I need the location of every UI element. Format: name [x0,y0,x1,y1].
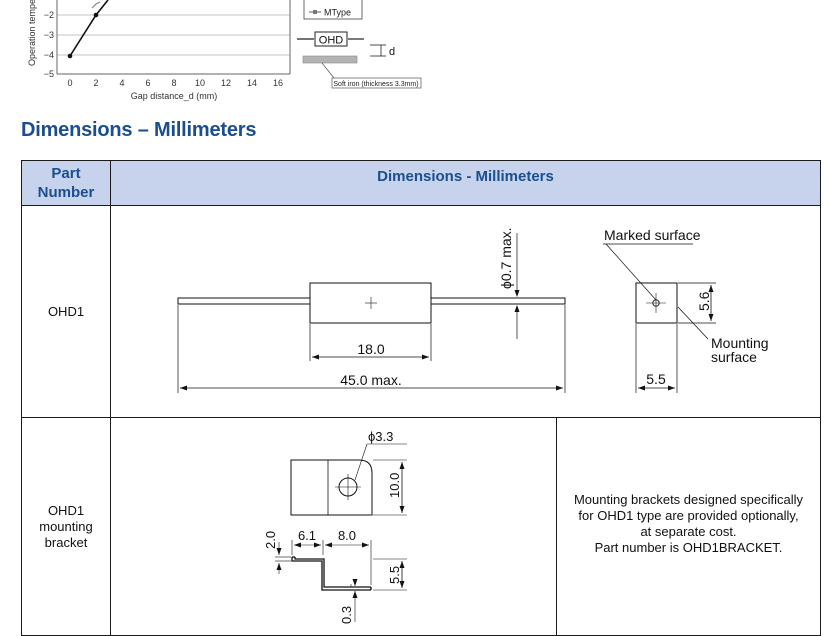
total-length-label: 45.0 max. [340,372,401,388]
header-dimensions: Dimensions - Millimeters [110,160,821,206]
y-tick-label: −5 [44,69,54,79]
section-title: Dimensions – Millimeters [21,119,257,141]
x-tick-label: 8 [171,78,176,88]
height-label: 5.6 [696,291,712,311]
header-part-number: Part Number [21,160,111,206]
ohd1-drawing-cell: 18.0 45.0 max. ϕ0.7 max. Marked surface … [110,205,821,418]
data-series-line [67,0,109,59]
x-tick-label: 14 [247,78,257,88]
hole-diameter-label: ϕ3.3 [368,429,393,444]
bracket-dimension-drawing: ϕ3.3 10.0 6.1 8.0 2.0 5.5 0.3 [263,429,407,624]
thickness-0-3-label: 0.3 [339,606,354,624]
plot-frame [56,0,291,75]
legend: MType [303,0,363,20]
marked-surface-label: Marked surface [604,227,701,243]
part-number: OHD1 [47,303,85,319]
gap-label: d [389,46,395,58]
thickness-2-0-label: 2.0 [263,531,278,549]
setup-diagram: OHD d Soft iron (thickness 3.3mm) [297,31,422,89]
x-tick-label: 4 [119,78,124,88]
part-number-cell: OHD1 [21,205,111,418]
note-line: for OHD1 type are provided optionally, [578,508,799,523]
body-length-label: 18.0 [357,341,384,357]
header-part-number-label: Part Number [37,165,95,201]
bracket-note-cell: Mounting brackets designed specifically … [556,417,821,636]
x-axis-label: Gap distance_d (mm) [131,91,218,101]
table-row: OHD1 18.0 45.0 max. ϕ0.7 max. Marked sur… [21,205,821,418]
y-tick-label: −4 [44,50,54,60]
part-number-line: bracket [44,534,88,550]
y-tick-label: −2 [44,10,54,20]
height-5-5-label: 5.5 [387,566,402,584]
x-tick-label: 10 [195,78,205,88]
note-line: Part number is OHD1BRACKET. [594,540,783,555]
part-number-line: OHD1 [47,502,85,518]
x-tick-label: 12 [221,78,231,88]
x-tick-label: 6 [145,78,150,88]
width-label: 5.5 [646,371,666,387]
data-point [67,53,73,59]
x-tick-label: 0 [67,78,72,88]
table-row: OHD1 mounting bracket ϕ3.3 10.0 6.1 8.0 … [21,417,821,636]
part-number-cell: OHD1 mounting bracket [21,417,111,636]
legend-label: MType [324,8,351,18]
dimensions-table: Part Number Dimensions - Millimeters OHD… [21,160,821,636]
part-number-line: mounting [39,518,93,534]
x-tick-label: 16 [273,78,283,88]
temperature-gap-graph: −2 −3 −4 −5 Operation tempe 0 2 4 6 8 10… [0,0,830,110]
table-header-row: Part Number Dimensions - Millimeters [21,160,821,206]
width-8-0-label: 8.0 [338,528,356,543]
lead-diameter-label: ϕ0.7 max. [498,227,514,289]
width-6-1-label: 6.1 [298,528,316,543]
note-line: Mounting brackets designed specifically [573,492,804,507]
bracket-drawing-cell: ϕ3.3 10.0 6.1 8.0 2.0 5.5 0.3 [110,417,557,636]
mounting-surface-label-2: surface [711,349,757,365]
x-tick-label: 2 [93,78,98,88]
header-dimensions-label: Dimensions - Millimeters [377,168,554,185]
y-tick-label: −3 [44,30,54,40]
bracket-height-label: 10.0 [387,473,402,498]
ohd1-dimension-drawing: 18.0 45.0 max. ϕ0.7 max. Marked surface … [177,227,769,393]
sensor-label: OHD [319,35,344,47]
data-point [93,12,99,18]
soft-iron-label: Soft iron (thickness 3.3mm) [333,81,418,88]
y-axis-label: Operation tempe [27,0,37,66]
note-line: at separate cost. [640,524,737,539]
